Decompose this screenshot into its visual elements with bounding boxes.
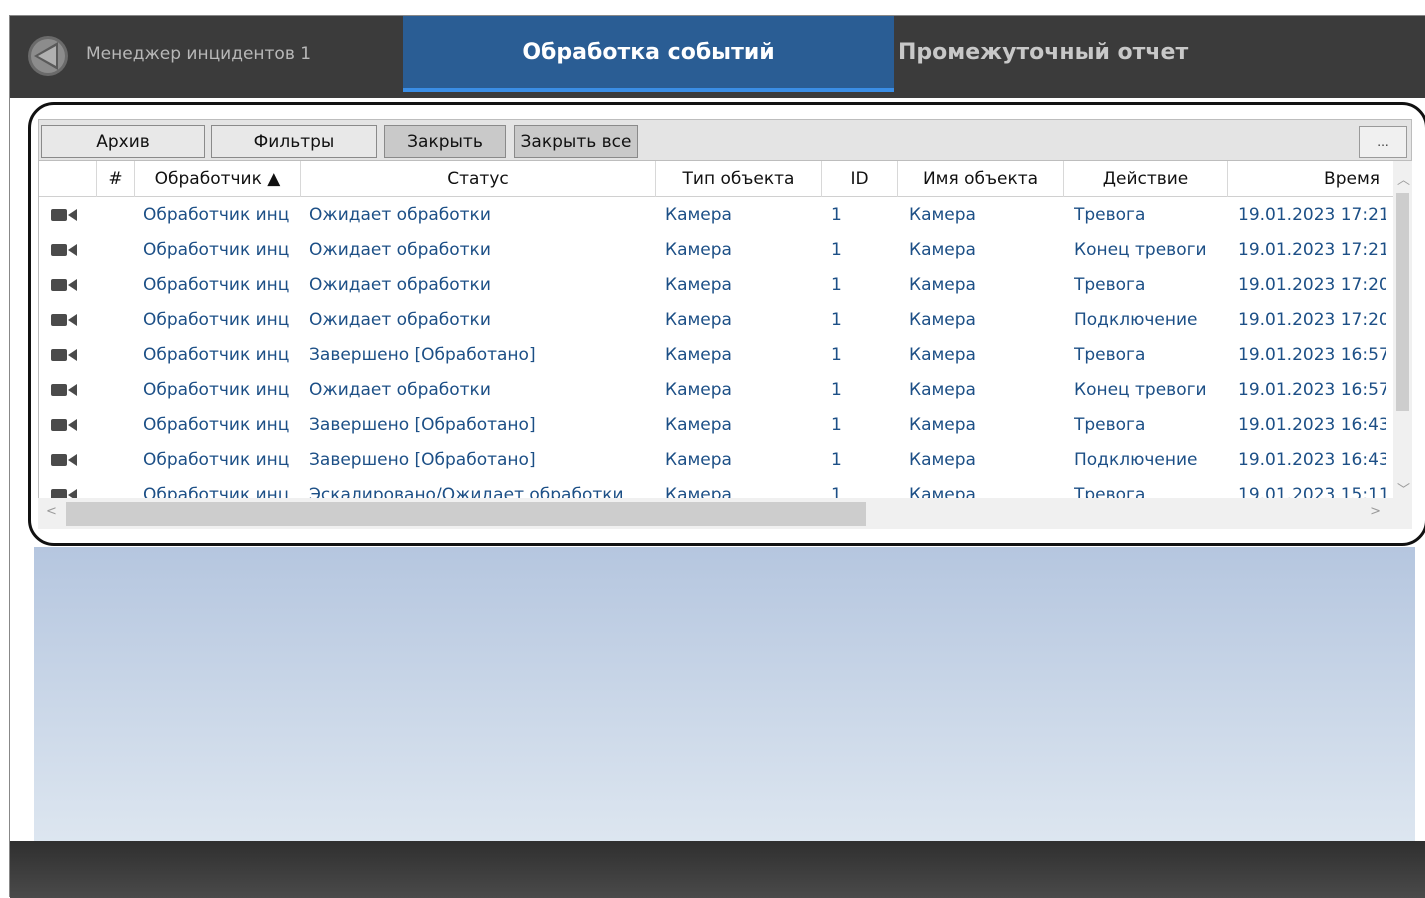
footer-bar bbox=[10, 841, 1425, 898]
app-header: Менеджер инцидентов 1 Обработка событий … bbox=[10, 16, 1425, 98]
active-tab-indicator bbox=[403, 88, 894, 92]
app-logo-icon[interactable] bbox=[26, 34, 70, 78]
highlight-outline bbox=[28, 102, 1425, 546]
tab-interim-report[interactable]: Промежуточный отчет bbox=[898, 40, 1188, 65]
app-title: Менеджер инцидентов 1 bbox=[86, 44, 312, 64]
incident-manager-window: Менеджер инцидентов 1 Обработка событий … bbox=[9, 15, 1425, 898]
tab-event-processing[interactable]: Обработка событий bbox=[403, 16, 894, 92]
preview-panel bbox=[34, 547, 1415, 843]
tab-event-processing-label: Обработка событий bbox=[522, 40, 775, 65]
